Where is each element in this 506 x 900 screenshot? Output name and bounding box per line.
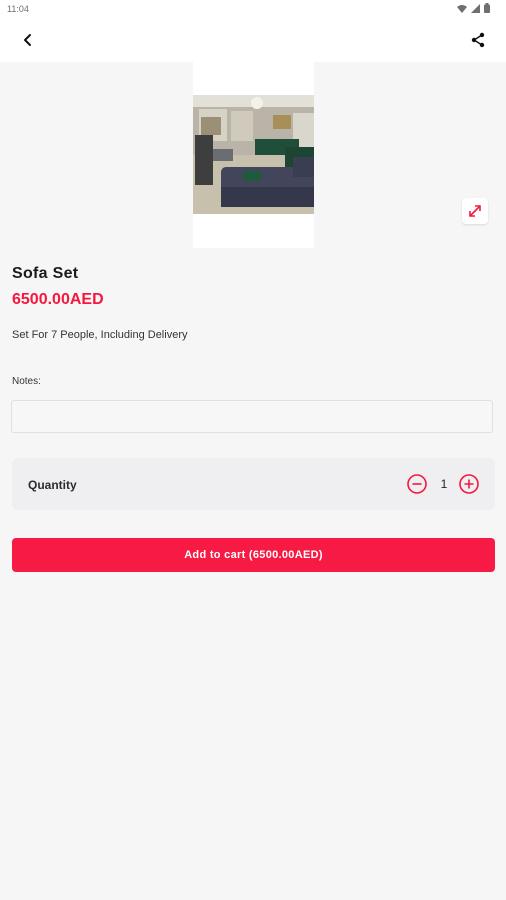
quantity-value: 1 <box>440 477 448 491</box>
increase-quantity-icon[interactable] <box>458 473 480 495</box>
battery-icon <box>484 3 490 13</box>
expand-icon <box>469 205 481 217</box>
decrease-quantity-icon[interactable] <box>406 473 428 495</box>
back-button[interactable] <box>12 24 44 56</box>
quantity-card: Quantity 1 <box>12 458 495 510</box>
product-price: 6500.00AED <box>12 291 104 308</box>
signal-icon <box>471 3 480 13</box>
wifi-icon <box>457 4 467 13</box>
quantity-label: Quantity <box>28 478 77 492</box>
chevron-left-icon <box>24 34 31 46</box>
status-time: 11:04 <box>7 4 29 14</box>
product-description: Set For 7 People, Including Delivery <box>12 329 188 341</box>
product-name: Sofa Set <box>12 265 79 282</box>
status-bar: 11:04 <box>0 0 506 18</box>
status-icons <box>457 3 490 13</box>
notes-label: Notes: <box>12 376 41 387</box>
notes-field[interactable] <box>11 400 493 433</box>
expand-image-button[interactable] <box>462 198 488 224</box>
share-button[interactable] <box>462 24 494 56</box>
add-to-cart-button[interactable]: Add to cart (6500.00AED) <box>12 538 495 572</box>
product-image-frame[interactable] <box>193 62 314 248</box>
share-icon <box>471 32 485 48</box>
product-photo[interactable] <box>193 95 314 214</box>
app-toolbar <box>0 18 506 62</box>
